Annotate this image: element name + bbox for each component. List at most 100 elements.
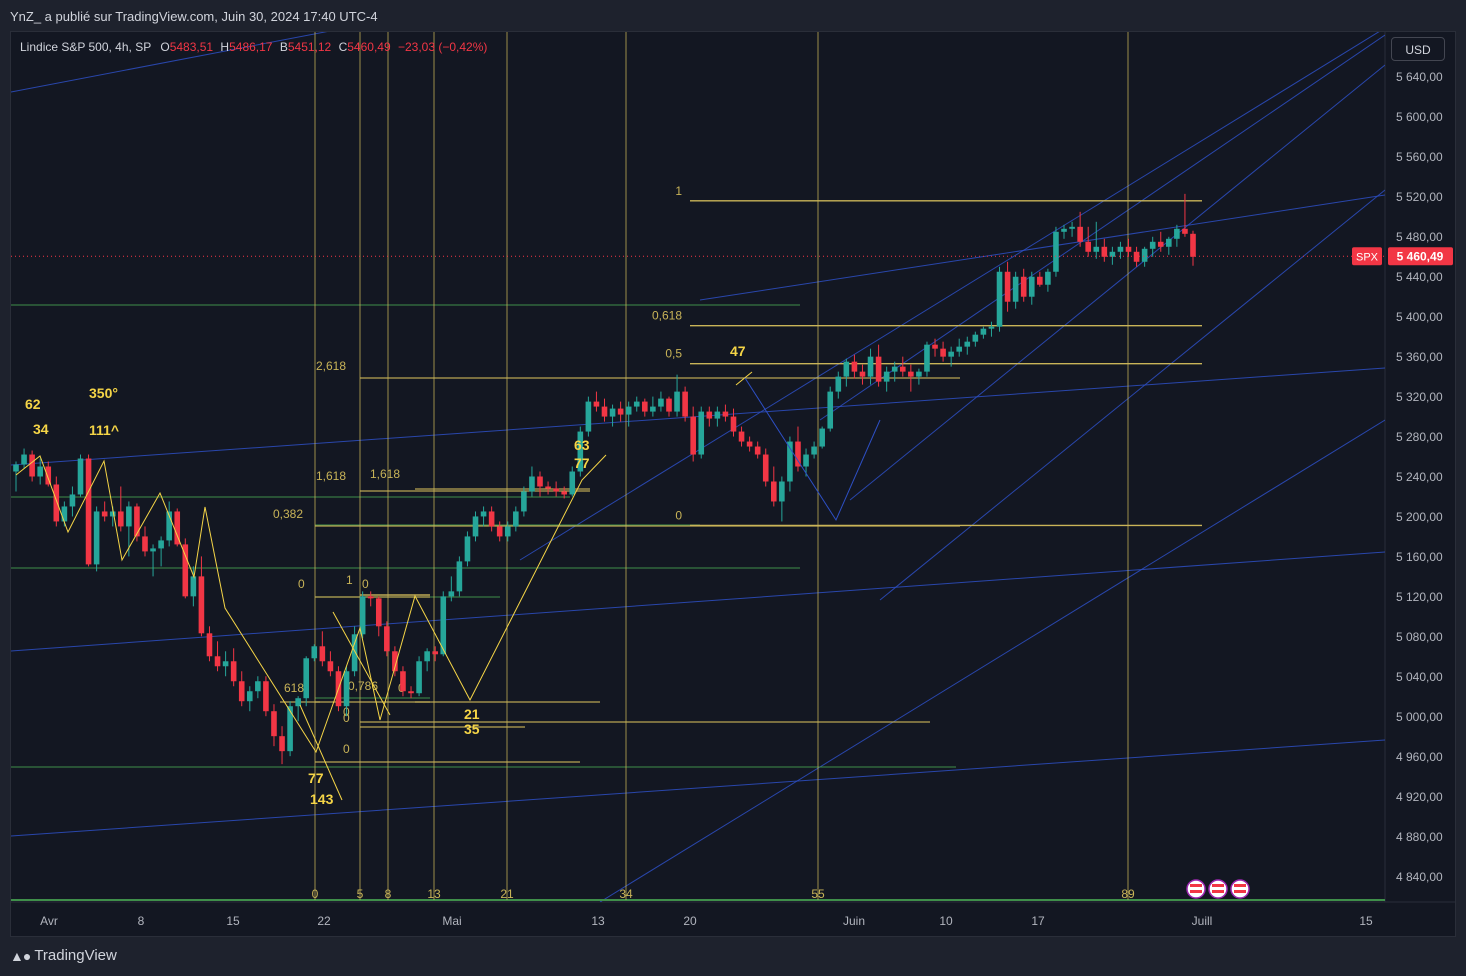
candle-body (118, 511, 124, 527)
candle-body (593, 401, 600, 407)
candle-body (375, 598, 382, 627)
low-label: B (279, 40, 288, 54)
candle-body (1182, 228, 1188, 234)
candle-body (513, 511, 519, 527)
candle-body (77, 458, 84, 495)
candle-body (972, 334, 979, 342)
candle-body (625, 406, 632, 415)
candle-body (480, 511, 487, 517)
y-tick-label: 5 560,00 (1396, 150, 1443, 164)
y-tick-label: 5 240,00 (1396, 470, 1443, 484)
candle-body (279, 736, 285, 752)
candle-body (1133, 251, 1140, 262)
wave-label: 34 (33, 421, 49, 437)
wave-label: 63 (574, 437, 590, 453)
candle-body (190, 576, 197, 597)
fib-time-label: 0 (312, 887, 319, 901)
candle-body (214, 656, 221, 667)
channel-line (819, 34, 1385, 421)
wave-label: 21 (464, 706, 480, 722)
candle-body (400, 671, 406, 692)
fib-time-label: 89 (1121, 887, 1135, 901)
open-label: O (160, 40, 170, 54)
close-label: C (338, 40, 348, 54)
us-flag-icon (1208, 879, 1228, 899)
fib-level-label: 1 (675, 184, 682, 198)
candle-body (1053, 231, 1059, 272)
candle-body (85, 458, 92, 565)
candle-body (311, 646, 318, 659)
y-tick-label: 5 280,00 (1396, 430, 1443, 444)
candle-body (932, 344, 938, 349)
candle-body (916, 371, 922, 377)
wave-label: 143 (310, 791, 334, 807)
candle-body (13, 464, 19, 472)
x-tick-label: 15 (226, 914, 240, 928)
candle-body (682, 391, 688, 417)
channel-line (599, 419, 1385, 902)
candle-body (206, 633, 213, 657)
candle-body (198, 576, 205, 634)
candle-body (142, 536, 148, 552)
footer-brand[interactable]: ▲● TradingView (10, 947, 117, 964)
candle-body (779, 481, 785, 502)
y-tick-label: 5 040,00 (1396, 670, 1443, 684)
wave-label: 62 (25, 396, 41, 412)
candle-body (827, 391, 834, 429)
candle-body (464, 536, 471, 562)
candle-body (553, 488, 559, 492)
price-chart[interactable]: 5 640,00 5 600,00 5 560,00 5 520,00 5 480,00… (0, 0, 1466, 976)
candle-body (351, 634, 358, 672)
candle-body (690, 416, 696, 455)
candle-body (1109, 251, 1116, 257)
currency-button[interactable]: USD (1391, 37, 1445, 61)
x-tick-label: Juill (1192, 914, 1213, 928)
candle-body (754, 446, 761, 455)
candle-body (1141, 248, 1148, 262)
flag-stripe (1212, 884, 1224, 887)
candle-body (714, 411, 721, 419)
candle-body (1166, 238, 1172, 247)
fib-time-label: 34 (619, 887, 633, 901)
y-tick-label: 4 960,00 (1396, 750, 1443, 764)
spx-tag-label: SPX (1356, 251, 1379, 263)
y-tick-label: 5 480,00 (1396, 230, 1443, 244)
candle-body (303, 658, 310, 699)
candle-body (803, 454, 809, 467)
open-value: 5483,51 (169, 40, 214, 54)
candle-body (948, 351, 954, 357)
fib-time-label: 13 (427, 887, 441, 901)
y-tick-label: 5 440,00 (1396, 270, 1443, 284)
candle-body (448, 591, 455, 597)
wave-label: 77 (574, 455, 590, 471)
candle-body (1020, 276, 1027, 297)
candle-body (819, 428, 825, 447)
fib-time-label: 5 (357, 887, 364, 901)
candle-body (996, 271, 1003, 327)
candle-body (1174, 228, 1180, 239)
wave-label: 111^ (89, 422, 119, 438)
candle-body (238, 681, 245, 702)
y-tick-label: 5 120,00 (1396, 590, 1443, 604)
candle-body (851, 361, 858, 372)
x-tick-label: 8 (138, 914, 145, 928)
candle-body (601, 406, 608, 417)
candle-body (883, 371, 890, 382)
y-tick-label: 5 400,00 (1396, 310, 1443, 324)
candle-body (109, 511, 116, 517)
candle-body (287, 706, 293, 752)
candle-body (343, 671, 350, 707)
candle-body (1037, 276, 1043, 285)
candle-body (658, 398, 664, 407)
fib-level-label: 0 (675, 508, 682, 522)
fib-level-label: 1,618 (316, 469, 346, 483)
y-tick-label: 5 160,00 (1396, 550, 1443, 564)
channel-line (11, 739, 1385, 837)
candle-body (529, 476, 535, 492)
candle-body (1093, 246, 1100, 252)
y-tick-label: 5 600,00 (1396, 110, 1443, 124)
candle-body (496, 526, 503, 537)
candle-body (424, 651, 430, 662)
candle-body (488, 511, 495, 527)
candle-body (569, 471, 576, 495)
